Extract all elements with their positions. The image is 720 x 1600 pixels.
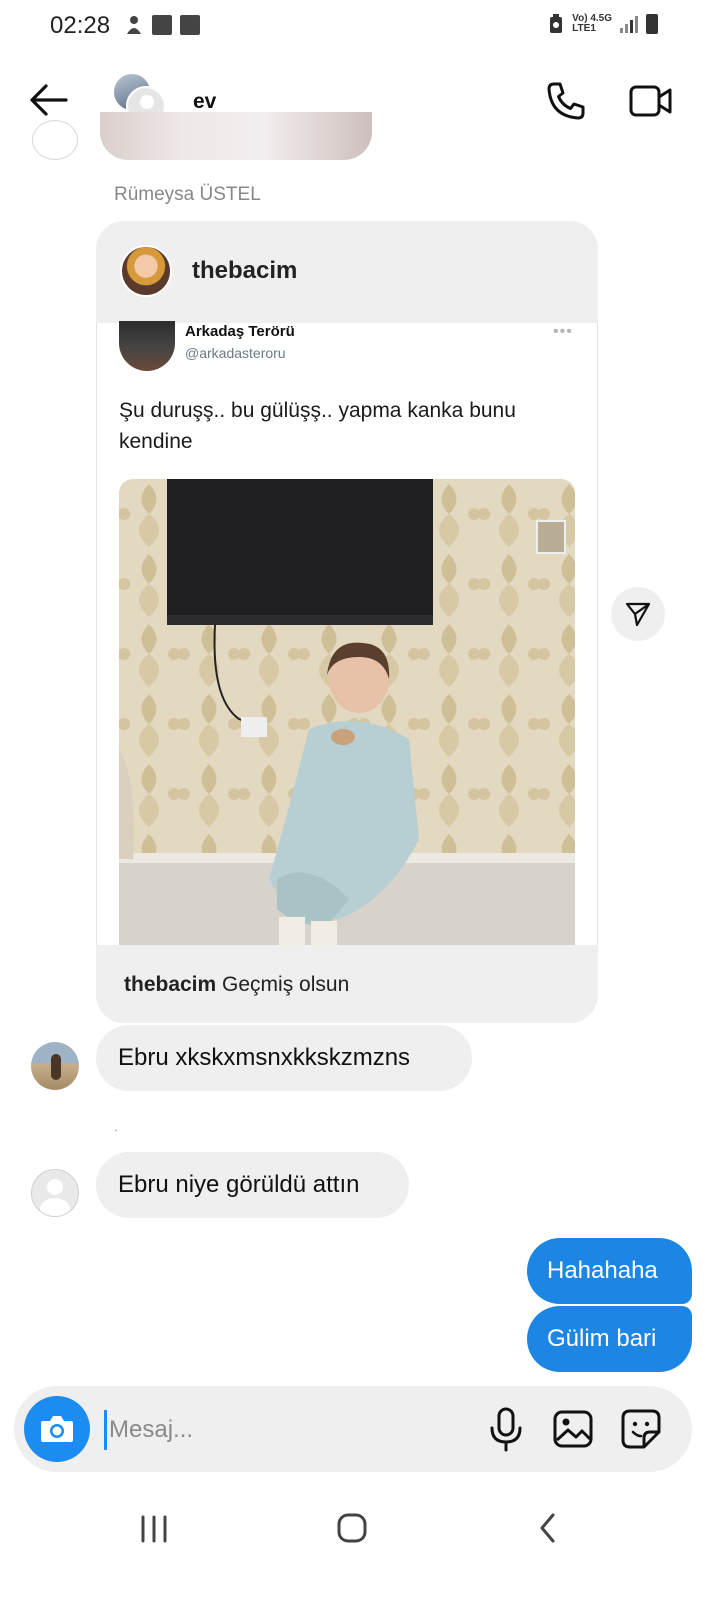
chat-title[interactable]: ev — [193, 90, 216, 114]
tweet-text: Şu duruşş.. bu gülüşş.. yapma kanka bunu… — [119, 399, 516, 453]
caption-username: thebacim — [124, 973, 217, 996]
sender-avatar-placeholder[interactable] — [31, 1169, 79, 1217]
video-camera-icon — [629, 85, 672, 117]
gallery-button[interactable] — [552, 1408, 594, 1450]
sticker-icon — [621, 1409, 661, 1449]
microphone-icon — [490, 1407, 522, 1452]
recent-apps-icon — [141, 1515, 167, 1543]
avatar[interactable] — [32, 120, 78, 160]
battery-icon — [646, 14, 658, 34]
shared-post-message[interactable]: thebacim Arkadaş Terörü @arkadasteroru •… — [96, 221, 598, 1023]
share-button[interactable] — [611, 587, 665, 641]
post-author-avatar — [120, 245, 172, 297]
sender-name: Rümeysa ÜSTEL — [114, 184, 261, 205]
back-button[interactable] — [28, 82, 70, 118]
tweet-author-avatar — [119, 321, 175, 371]
camera-icon — [41, 1416, 73, 1442]
tweet-screenshot[interactable]: Arkadaş Terörü @arkadasteroru ••• Şu dur… — [96, 321, 598, 945]
dot-mark: . — [114, 1118, 118, 1134]
chevron-left-icon — [540, 1513, 555, 1543]
status-bar: 02:28 Vo) 4.5G LTE1 — [0, 0, 720, 56]
more-icon: ••• — [553, 323, 573, 340]
caption-text: Geçmiş olsun — [222, 973, 350, 996]
shared-post-header[interactable]: thebacim — [96, 221, 598, 323]
previous-image-message[interactable] — [100, 112, 372, 160]
message-input[interactable] — [104, 1410, 464, 1450]
tweet-photo — [119, 479, 575, 945]
gallery-notification-icon-2 — [180, 15, 200, 35]
notification-app-icon — [127, 16, 141, 34]
message-composer — [14, 1386, 692, 1472]
outgoing-message[interactable]: Hahahaha — [527, 1238, 692, 1304]
voice-message-button[interactable] — [486, 1406, 526, 1452]
incoming-message[interactable]: Ebru niye görüldü attın — [96, 1152, 409, 1218]
home-button[interactable] — [337, 1512, 367, 1544]
sender-avatar[interactable] — [31, 1042, 79, 1090]
home-icon — [337, 1513, 367, 1543]
phone-icon — [547, 82, 585, 120]
network-indicator: Vo) 4.5G LTE1 — [572, 14, 612, 34]
tweet-author-handle: @arkadasteroru — [185, 345, 286, 361]
video-call-button[interactable] — [628, 82, 674, 120]
system-navigation-bar — [0, 1490, 720, 1600]
recent-apps-button[interactable] — [139, 1515, 169, 1543]
send-icon — [625, 602, 651, 627]
post-caption: thebacim Geçmiş olsun — [124, 973, 349, 997]
status-right-icons: Vo) 4.5G LTE1 — [548, 14, 658, 34]
arrow-left-icon — [30, 84, 68, 116]
post-author-username: thebacim — [192, 257, 298, 284]
tweet-author-name: Arkadaş Terörü — [185, 323, 295, 340]
status-time: 02:28 — [50, 12, 111, 39]
system-back-button[interactable] — [536, 1512, 560, 1544]
incoming-message[interactable]: Ebru xkskxmsnxkkskzmzns — [96, 1025, 472, 1091]
sticker-button[interactable] — [620, 1408, 662, 1450]
gallery-notification-icon — [152, 15, 172, 35]
camera-button[interactable] — [24, 1396, 90, 1462]
network-sim: LTE1 — [572, 23, 596, 34]
signal-icon — [620, 15, 638, 33]
gallery-icon — [553, 1410, 593, 1448]
outgoing-message[interactable]: Gülim bari — [527, 1306, 692, 1372]
notification-icons — [124, 14, 200, 36]
data-saver-icon — [550, 14, 563, 33]
voice-call-button[interactable] — [545, 80, 587, 122]
